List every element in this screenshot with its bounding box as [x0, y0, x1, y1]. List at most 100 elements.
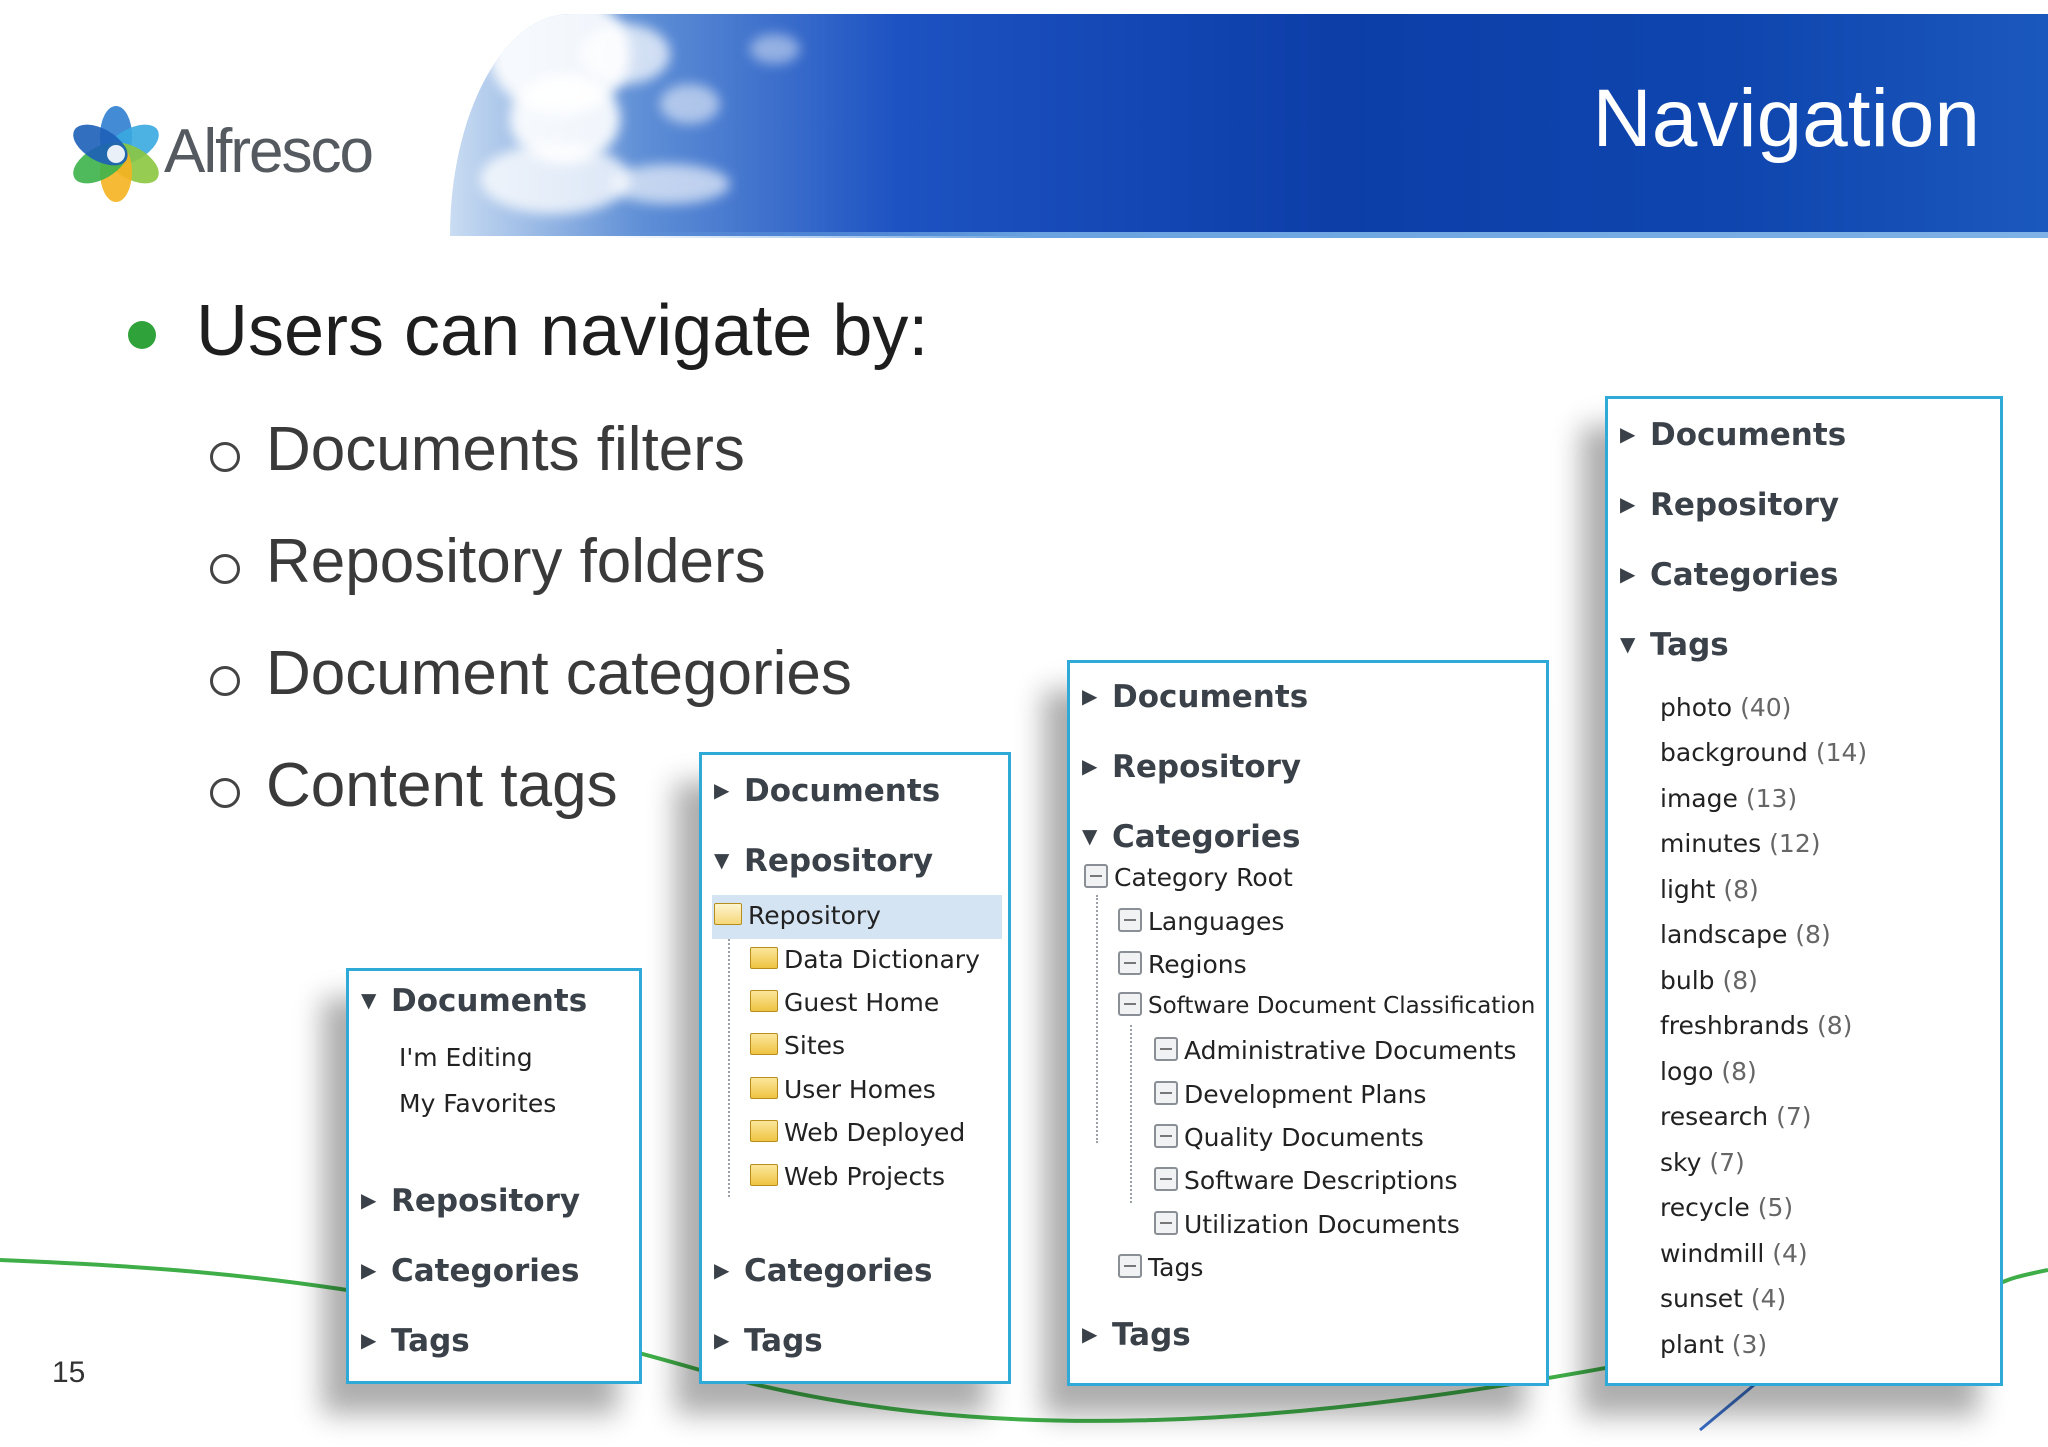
folder-icon: [750, 990, 778, 1012]
section-categories[interactable]: ▶ Categories: [361, 1253, 579, 1289]
header-divider: [600, 232, 2048, 238]
category-subitem[interactable]: Quality Documents: [1154, 1123, 1424, 1152]
collapsed-arrow-icon: ▶: [1082, 753, 1098, 778]
expanded-arrow-icon: ▼: [714, 847, 730, 872]
sub-bullet-text: Repository folders: [266, 527, 766, 596]
tag-item[interactable]: image (13): [1660, 784, 1797, 813]
bullet-ring: [210, 441, 240, 472]
tag-item[interactable]: bulb (8): [1660, 966, 1758, 995]
repository-folders-panel: ▶ Documents ▼ Repository Repository Data D…: [699, 752, 1011, 1384]
category-subitem[interactable]: Utilization Documents: [1154, 1210, 1460, 1239]
collapsed-arrow-icon: ▶: [1620, 491, 1636, 516]
tree-connector: [728, 939, 730, 1197]
tag-item[interactable]: recycle (5): [1660, 1193, 1793, 1222]
folder-item[interactable]: User Homes: [750, 1075, 936, 1104]
category-subitem[interactable]: Development Plans: [1154, 1080, 1426, 1109]
tag-item[interactable]: windmill (4): [1660, 1239, 1808, 1268]
alfresco-logo: Alfresco: [66, 104, 406, 204]
tag-item[interactable]: light (8): [1660, 875, 1759, 904]
folder-item[interactable]: Sites: [750, 1031, 845, 1060]
collapsed-arrow-icon: ▶: [1082, 1321, 1098, 1346]
folder-item[interactable]: Guest Home: [750, 988, 939, 1017]
logo-text: Alfresco: [164, 117, 374, 186]
open-folder-icon: [714, 903, 742, 925]
bullet-ring: [210, 665, 240, 696]
tags-panel: ▶ Documents ▶ Repository ▶ Categories ▼ Tags…: [1605, 396, 2003, 1386]
collapse-node-icon: [1154, 1081, 1178, 1105]
collapse-node-icon: [1118, 991, 1142, 1016]
section-tags[interactable]: ▶ Tags: [361, 1323, 470, 1359]
flower-logo-icon: [73, 106, 159, 202]
category-subitem[interactable]: Software Descriptions: [1154, 1166, 1458, 1195]
folder-item[interactable]: Web Deployed: [750, 1118, 965, 1147]
category-item[interactable]: Tags: [1118, 1253, 1203, 1282]
tag-item[interactable]: logo (8): [1660, 1057, 1757, 1086]
folder-item[interactable]: Data Dictionary: [750, 945, 980, 974]
filter-item-editing[interactable]: I'm Editing: [399, 1043, 533, 1072]
section-documents[interactable]: ▶ Documents: [1082, 679, 1308, 715]
section-categories[interactable]: ▼ Categories: [1082, 819, 1300, 855]
collapse-node-icon: [1154, 1211, 1178, 1235]
tag-item[interactable]: landscape (8): [1660, 920, 1831, 949]
folder-icon: [750, 947, 778, 969]
tree-connector: [1096, 895, 1098, 1143]
folder-item[interactable]: Web Projects: [750, 1162, 945, 1191]
collapse-node-icon: [1118, 1254, 1142, 1278]
page-number: 15: [52, 1356, 86, 1389]
tag-item[interactable]: photo (40): [1660, 693, 1791, 722]
tag-item[interactable]: sunset (4): [1660, 1284, 1786, 1313]
collapsed-arrow-icon: ▶: [1620, 561, 1636, 586]
page-title: Navigation: [1592, 73, 1980, 164]
category-subitem[interactable]: Administrative Documents: [1154, 1036, 1516, 1065]
tree-root-category[interactable]: Category Root: [1084, 863, 1293, 892]
section-documents[interactable]: ▶ Documents: [714, 773, 940, 809]
section-repository[interactable]: ▼ Repository: [714, 843, 933, 879]
collapse-node-icon: [1118, 951, 1142, 975]
filter-item-favorites[interactable]: My Favorites: [399, 1089, 556, 1118]
categories-panel: ▶ Documents ▶ Repository ▼ Categories Categ…: [1067, 660, 1549, 1386]
section-tags[interactable]: ▶ Tags: [714, 1323, 823, 1359]
sub-bullet-text: Documents filters: [266, 415, 745, 484]
tag-item[interactable]: research (7): [1660, 1102, 1812, 1131]
section-tags[interactable]: ▼ Tags: [1620, 627, 1729, 663]
collapsed-arrow-icon: ▶: [1620, 421, 1636, 446]
tag-item[interactable]: freshbrands (8): [1660, 1011, 1852, 1040]
folder-icon: [750, 1120, 778, 1142]
section-categories[interactable]: ▶ Categories: [1620, 557, 1838, 593]
section-repository[interactable]: ▶ Repository: [1082, 749, 1301, 785]
sub-bullet: Content tags: [210, 750, 618, 821]
tag-item[interactable]: sky (7): [1660, 1148, 1745, 1177]
collapsed-arrow-icon: ▶: [361, 1257, 377, 1282]
expanded-arrow-icon: ▼: [1082, 823, 1098, 848]
category-item[interactable]: Regions: [1118, 950, 1247, 979]
collapsed-arrow-icon: ▶: [361, 1327, 377, 1352]
tree-root-repository[interactable]: Repository: [714, 901, 881, 930]
sub-bullet-text: Document categories: [266, 639, 852, 708]
category-item[interactable]: Languages: [1118, 907, 1284, 936]
collapse-node-icon: [1084, 864, 1108, 888]
section-documents[interactable]: ▶ Documents: [1620, 417, 1846, 453]
collapse-node-icon: [1154, 1037, 1178, 1061]
category-item[interactable]: Software Document Classification: [1118, 991, 1535, 1019]
collapsed-arrow-icon: ▶: [1082, 683, 1098, 708]
collapsed-arrow-icon: ▶: [714, 1257, 730, 1282]
section-repository[interactable]: ▶ Repository: [1620, 487, 1839, 523]
collapsed-arrow-icon: ▶: [714, 777, 730, 802]
sub-bullet: Documents filters: [210, 414, 745, 485]
folder-icon: [750, 1033, 778, 1055]
tag-item[interactable]: background (14): [1660, 738, 1867, 767]
section-repository[interactable]: ▶ Repository: [361, 1183, 580, 1219]
section-tags[interactable]: ▶ Tags: [1082, 1317, 1191, 1353]
section-categories[interactable]: ▶ Categories: [714, 1253, 932, 1289]
sub-bullet-text: Content tags: [266, 751, 618, 820]
sub-bullet: Repository folders: [210, 526, 766, 597]
collapse-node-icon: [1154, 1167, 1178, 1191]
collapse-node-icon: [1154, 1124, 1178, 1148]
section-documents[interactable]: ▼ Documents: [361, 983, 587, 1019]
tag-item[interactable]: plant (3): [1660, 1330, 1767, 1359]
collapsed-arrow-icon: ▶: [714, 1327, 730, 1352]
main-bullet: Users can navigate by:: [128, 290, 928, 372]
tree-connector: [1130, 1025, 1132, 1203]
tag-item[interactable]: minutes (12): [1660, 829, 1820, 858]
sub-bullet: Document categories: [210, 638, 852, 709]
